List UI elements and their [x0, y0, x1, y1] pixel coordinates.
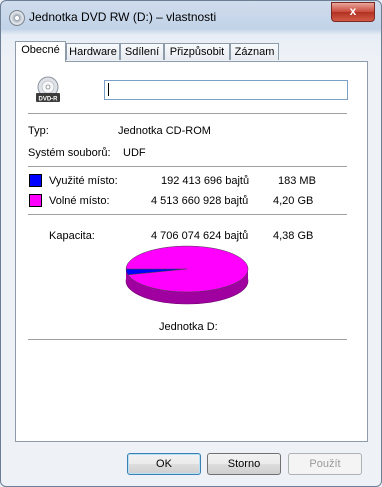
tab-recording[interactable]: Záznam — [230, 43, 279, 60]
capacity-bytes: 4 706 074 624 bajtů — [151, 230, 249, 242]
free-space-size: 4,20 GB — [273, 195, 314, 207]
tab-customize[interactable]: Přizpůsobit — [164, 43, 230, 60]
used-space-label: Využité místo: — [49, 175, 118, 187]
dvd-icon-label: DVD-R — [39, 97, 59, 103]
disk-usage-pie-chart — [125, 245, 249, 305]
text-caret — [108, 83, 109, 96]
separator — [28, 214, 347, 215]
used-space-swatch — [29, 174, 42, 187]
properties-window: Jednotka DVD RW (D:) – vlastnosti x Obec… — [0, 0, 382, 487]
separator — [28, 113, 347, 114]
filesystem-label: Systém souborů: — [28, 147, 111, 159]
used-space-bytes: 192 413 696 bajtů — [161, 175, 250, 187]
filesystem-value: UDF — [123, 147, 146, 159]
window-title: Jednotka DVD RW (D:) – vlastnosti — [29, 10, 217, 24]
general-panel: DVD-R Typ: Jednotka CD-ROM Systém soubor… — [15, 61, 368, 442]
free-space-label: Volné místo: — [49, 195, 110, 207]
separator — [28, 166, 347, 167]
ok-button[interactable]: OK — [127, 453, 201, 475]
type-label: Typ: — [28, 125, 49, 137]
close-button[interactable]: x — [331, 2, 375, 22]
tab-sharing[interactable]: Sdílení — [120, 43, 164, 60]
used-space-size: 183 MB — [278, 175, 316, 187]
cancel-button[interactable]: Storno — [207, 453, 281, 475]
pie-slice-free — [125, 245, 249, 293]
dvd-disc-icon: DVD-R — [36, 76, 60, 103]
free-space-swatch — [29, 194, 42, 207]
type-value: Jednotka CD-ROM — [118, 125, 211, 137]
capacity-size: 4,38 GB — [273, 230, 314, 242]
apply-button[interactable]: Použít — [288, 453, 362, 475]
drive-name-input[interactable] — [104, 80, 348, 100]
free-space-bytes: 4 513 660 928 bajtů — [151, 195, 249, 207]
separator — [28, 339, 347, 340]
title-bar[interactable]: Jednotka DVD RW (D:) – vlastnosti x — [1, 1, 381, 33]
capacity-label: Kapacita: — [49, 230, 95, 242]
tab-general[interactable]: Obecné — [15, 41, 66, 62]
drive-letter-label: Jednotka D: — [159, 321, 218, 333]
tab-hardware[interactable]: Hardware — [66, 43, 120, 60]
dvd-drive-icon — [9, 10, 25, 26]
